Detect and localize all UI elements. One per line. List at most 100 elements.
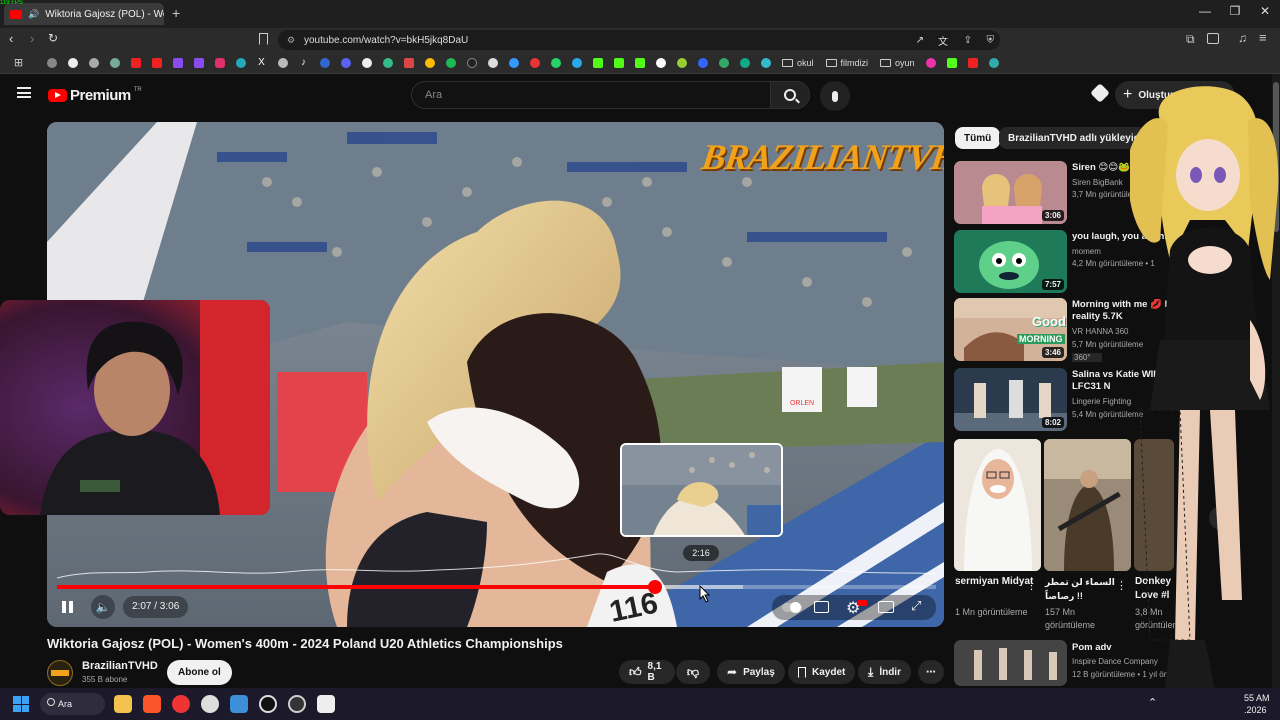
maximize-button[interactable]: ❐ xyxy=(1220,4,1250,18)
channel-name[interactable]: BrazilianTVHD xyxy=(82,660,158,672)
history-icon[interactable] xyxy=(41,52,62,74)
brave-browser-icon[interactable] xyxy=(143,695,161,713)
bookmark-icon[interactable] xyxy=(921,52,942,74)
app-icon[interactable] xyxy=(288,695,306,713)
bookmark-icon[interactable] xyxy=(461,52,482,74)
twitch-icon[interactable] xyxy=(167,52,188,74)
more-actions-button[interactable]: ⋯ xyxy=(918,660,944,684)
reload-icon[interactable]: ↻ xyxy=(48,31,58,45)
voice-search-button[interactable] xyxy=(820,81,850,111)
short-title[interactable]: sermiyan Midyat xyxy=(955,575,1035,589)
sidebar-video-thumbnail[interactable]: Good MORNING 3:46 xyxy=(954,298,1067,361)
bookmark-icon[interactable] xyxy=(83,52,104,74)
tiktok-icon[interactable]: ♪ xyxy=(293,52,314,74)
short-more-icon[interactable]: ⋮ xyxy=(1116,579,1127,592)
menu-icon[interactable]: ≡ xyxy=(1259,30,1267,45)
youtube-bookmark-icon[interactable] xyxy=(146,52,167,74)
youtube-bookmark-icon[interactable] xyxy=(963,52,984,74)
gmail-icon[interactable] xyxy=(398,52,419,74)
sidebar-video-thumbnail[interactable] xyxy=(954,640,1067,686)
google-icon[interactable] xyxy=(62,52,83,74)
back-icon[interactable]: ‹ xyxy=(9,31,13,46)
twitch-icon[interactable] xyxy=(188,52,209,74)
photos-icon[interactable] xyxy=(230,695,248,713)
sidebar-video-thumbnail[interactable]: 3:06 xyxy=(954,161,1067,224)
kick-icon[interactable] xyxy=(629,52,650,74)
bookmark-icon[interactable] xyxy=(734,52,755,74)
whatsapp-icon[interactable] xyxy=(545,52,566,74)
bookmark-folder-okul[interactable]: okul xyxy=(782,58,814,68)
translate-icon[interactable]: 文 xyxy=(938,33,948,48)
site-info-icon[interactable]: ⚙ xyxy=(287,35,295,46)
pause-button[interactable] xyxy=(62,601,76,615)
apps-grid-icon[interactable]: ⊞ xyxy=(8,52,29,74)
window-close-button[interactable]: ✕ xyxy=(1250,4,1280,18)
youtube-premium-logo[interactable]: Premium TR xyxy=(48,87,142,104)
youtube-bookmark-icon[interactable] xyxy=(125,52,146,74)
short-more-icon[interactable]: ⋮ xyxy=(1026,579,1037,592)
hamburger-menu-icon[interactable] xyxy=(17,87,31,98)
spotify-icon[interactable] xyxy=(440,52,461,74)
notifications-icon[interactable] xyxy=(1090,83,1110,103)
bookmark-icon[interactable] xyxy=(230,52,251,74)
instagram-icon[interactable] xyxy=(209,52,230,74)
filter-chip-all[interactable]: Tümü xyxy=(955,127,1001,149)
address-bar[interactable]: ⚙ youtube.com/watch?v=bkH5jkq8DaU ↗ 文 ⇪ … xyxy=(278,30,1000,50)
extensions-icon[interactable]: ⧉ xyxy=(1186,32,1195,47)
drive-icon[interactable] xyxy=(419,52,440,74)
subscribe-button[interactable]: Abone ol xyxy=(167,660,232,685)
taskbar-search[interactable]: Ara xyxy=(40,693,105,715)
telegram-icon[interactable] xyxy=(566,52,587,74)
x-icon[interactable]: X xyxy=(251,52,272,74)
media-icon[interactable]: ♫ xyxy=(1238,31,1247,45)
search-input[interactable]: Ara xyxy=(411,81,771,109)
kick-icon[interactable] xyxy=(587,52,608,74)
kick-icon[interactable] xyxy=(942,52,963,74)
bookmark-icon[interactable] xyxy=(692,52,713,74)
bookmark-folder-filmdizi[interactable]: filmdizi xyxy=(825,58,868,68)
sidebar-icon[interactable] xyxy=(1207,33,1219,44)
tray-chevron-icon[interactable]: ⌃ xyxy=(1148,696,1157,709)
new-tab-button[interactable]: + xyxy=(172,5,180,21)
theater-mode-icon[interactable] xyxy=(878,601,894,613)
bookmark-icon[interactable] xyxy=(524,52,545,74)
github-icon[interactable] xyxy=(482,52,503,74)
windows-start-icon[interactable] xyxy=(13,696,29,712)
subtitles-icon[interactable] xyxy=(814,601,829,613)
browser-tab[interactable]: 🔊 Wiktoria Gajosz (POL) - Wom ✕ xyxy=(4,3,164,25)
autoplay-toggle[interactable] xyxy=(782,602,802,613)
fullscreen-icon[interactable]: ⤢ xyxy=(911,598,921,614)
app-icon[interactable] xyxy=(259,695,277,713)
bookmark-icon[interactable] xyxy=(755,52,776,74)
bookmark-icon[interactable] xyxy=(984,52,1005,74)
bookmark-icon[interactable] xyxy=(104,52,125,74)
bookmark-icon[interactable] xyxy=(671,52,692,74)
sidebar-video-thumbnail[interactable]: 8:02 xyxy=(954,368,1067,431)
obs-icon[interactable] xyxy=(201,695,219,713)
discord-icon[interactable] xyxy=(335,52,356,74)
sidebar-video-thumbnail[interactable]: 7:57 xyxy=(954,230,1067,293)
bookmark-page-icon[interactable] xyxy=(259,33,268,45)
bookmark-icon[interactable] xyxy=(356,52,377,74)
file-explorer-icon[interactable] xyxy=(114,695,132,713)
save-button[interactable]: Kaydet xyxy=(788,660,856,684)
bookmark-icon[interactable] xyxy=(314,52,335,74)
share-button[interactable]: ➦ Paylaş xyxy=(717,660,785,684)
shield-icon[interactable]: ⛨ xyxy=(987,35,995,46)
bookmark-icon[interactable] xyxy=(650,52,671,74)
app-icon[interactable] xyxy=(317,695,335,713)
forward-icon[interactable]: › xyxy=(30,31,34,46)
bookmark-icon[interactable] xyxy=(503,52,524,74)
search-button[interactable] xyxy=(770,81,810,109)
share-page-icon[interactable]: ⇪ xyxy=(964,35,972,46)
short-thumbnail[interactable] xyxy=(1044,439,1131,571)
kick-icon[interactable] xyxy=(608,52,629,74)
download-button[interactable]: ⤓ İndir xyxy=(858,660,911,684)
minimize-button[interactable]: — xyxy=(1190,4,1220,18)
bookmark-folder-oyun[interactable]: oyun xyxy=(880,58,915,68)
bookmark-icon[interactable] xyxy=(272,52,293,74)
bookmark-icon[interactable] xyxy=(377,52,398,74)
volume-button[interactable]: 🔈 xyxy=(91,595,115,619)
short-thumbnail[interactable] xyxy=(954,439,1041,571)
dislike-button[interactable]: 👎︎ xyxy=(676,660,710,684)
